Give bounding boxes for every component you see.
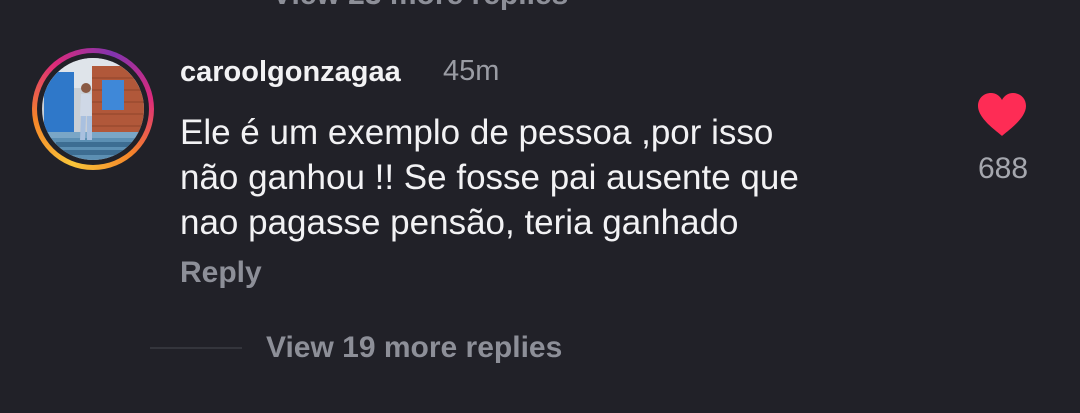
- avatar-ring-gap: [37, 53, 149, 165]
- avatar[interactable]: [42, 58, 144, 160]
- replies-divider: [150, 347, 242, 349]
- comment-line: nao pagasse pensão, teria ganhado: [180, 203, 739, 242]
- previous-view-more-replies[interactable]: View 23 more replies: [272, 0, 568, 12]
- comment-timestamp: 45m: [443, 55, 500, 87]
- comment-username[interactable]: caroolgonzagaa: [180, 56, 401, 89]
- comment-line: não ganhou !! Se fosse pai ausente que: [180, 158, 799, 197]
- comment-text: Ele é um exemplo de pessoa ,por isso não…: [180, 110, 940, 245]
- heart-filled-icon: [978, 93, 1026, 136]
- reply-button[interactable]: Reply: [180, 256, 262, 290]
- comment-line: Ele é um exemplo de pessoa ,por isso: [180, 113, 774, 152]
- like-button[interactable]: [976, 92, 1028, 138]
- avatar-photo: [42, 58, 144, 160]
- like-count: 688: [977, 152, 1029, 185]
- avatar-story-ring[interactable]: [32, 48, 154, 170]
- view-more-replies-button[interactable]: View 19 more replies: [266, 331, 562, 365]
